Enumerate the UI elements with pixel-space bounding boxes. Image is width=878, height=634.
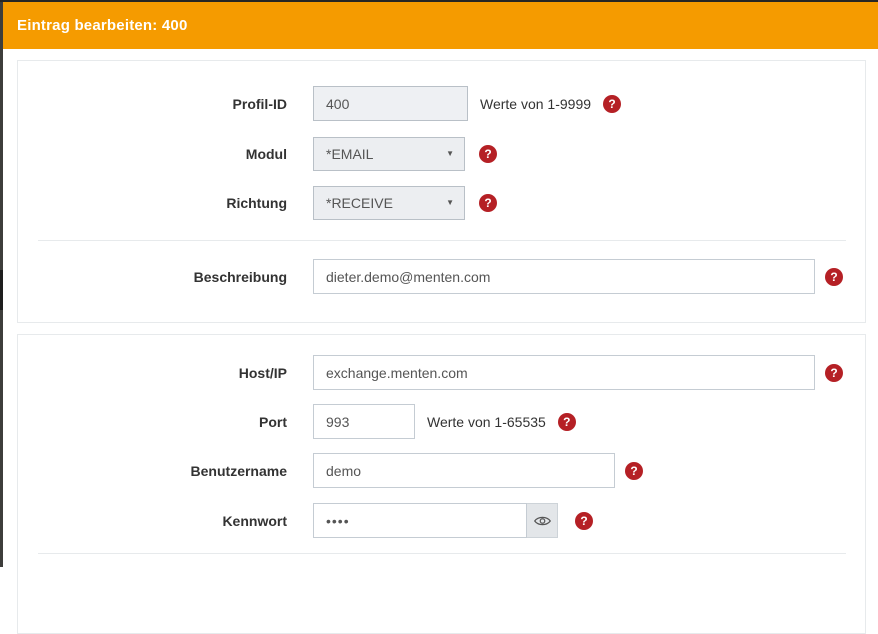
port-help-icon[interactable]: ?: [558, 413, 576, 431]
richtung-select[interactable]: *RECEIVE ▼: [313, 186, 465, 220]
richtung-help-icon[interactable]: ?: [479, 194, 497, 212]
benutzername-help-icon[interactable]: ?: [625, 462, 643, 480]
modul-label: Modul: [18, 137, 287, 171]
panel-connection: Host/IP ? Port Werte von 1-65535 ? Benut…: [17, 334, 866, 634]
form-row-richtung: Richtung *RECEIVE ▼ ?: [18, 186, 865, 220]
beschreibung-help-icon[interactable]: ?: [825, 268, 843, 286]
beschreibung-input[interactable]: [313, 259, 815, 294]
show-password-button[interactable]: [527, 503, 558, 538]
benutzername-label: Benutzername: [18, 453, 287, 488]
port-label: Port: [18, 404, 287, 439]
profil-id-range-hint: Werte von 1-9999: [480, 96, 591, 112]
beschreibung-label: Beschreibung: [18, 259, 287, 294]
form-row-port: Port Werte von 1-65535 ?: [18, 404, 865, 439]
chevron-down-icon: ▼: [446, 199, 454, 207]
benutzername-input[interactable]: [313, 453, 615, 488]
form-row-host-ip: Host/IP ?: [18, 355, 865, 390]
form-row-modul: Modul *EMAIL ▼ ?: [18, 137, 865, 171]
eye-icon: [534, 515, 551, 527]
host-ip-label: Host/IP: [18, 355, 287, 390]
kennwort-input[interactable]: [313, 503, 527, 538]
kennwort-label: Kennwort: [18, 503, 287, 538]
modul-select[interactable]: *EMAIL ▼: [313, 137, 465, 171]
richtung-selected-value: *RECEIVE: [326, 195, 393, 211]
port-range-hint: Werte von 1-65535: [427, 414, 546, 430]
page-title: Eintrag bearbeiten: 400: [17, 17, 188, 34]
profil-id-input: [313, 86, 468, 121]
form-row-benutzername: Benutzername ?: [18, 453, 865, 488]
form-row-kennwort: Kennwort ?: [18, 503, 865, 538]
chevron-down-icon: ▼: [446, 150, 454, 158]
form-row-beschreibung: Beschreibung ?: [18, 259, 865, 294]
modul-help-icon[interactable]: ?: [479, 145, 497, 163]
host-ip-input[interactable]: [313, 355, 815, 390]
modul-selected-value: *EMAIL: [326, 146, 373, 162]
kennwort-help-icon[interactable]: ?: [575, 512, 593, 530]
panel-general: Profil-ID Werte von 1-9999 ? Modul *EMAI…: [17, 60, 866, 323]
host-ip-help-icon[interactable]: ?: [825, 364, 843, 382]
port-input[interactable]: [313, 404, 415, 439]
page-header: Eintrag bearbeiten: 400: [3, 2, 878, 49]
profil-id-label: Profil-ID: [18, 86, 287, 121]
section-divider: [38, 240, 846, 241]
sidebar-edge: [0, 2, 3, 567]
kennwort-input-group: [313, 503, 558, 538]
profil-id-help-icon[interactable]: ?: [603, 95, 621, 113]
section-divider: [38, 553, 846, 554]
form-row-profil-id: Profil-ID Werte von 1-9999 ?: [18, 86, 865, 121]
richtung-label: Richtung: [18, 186, 287, 220]
sidebar-edge-segment: [0, 270, 3, 310]
